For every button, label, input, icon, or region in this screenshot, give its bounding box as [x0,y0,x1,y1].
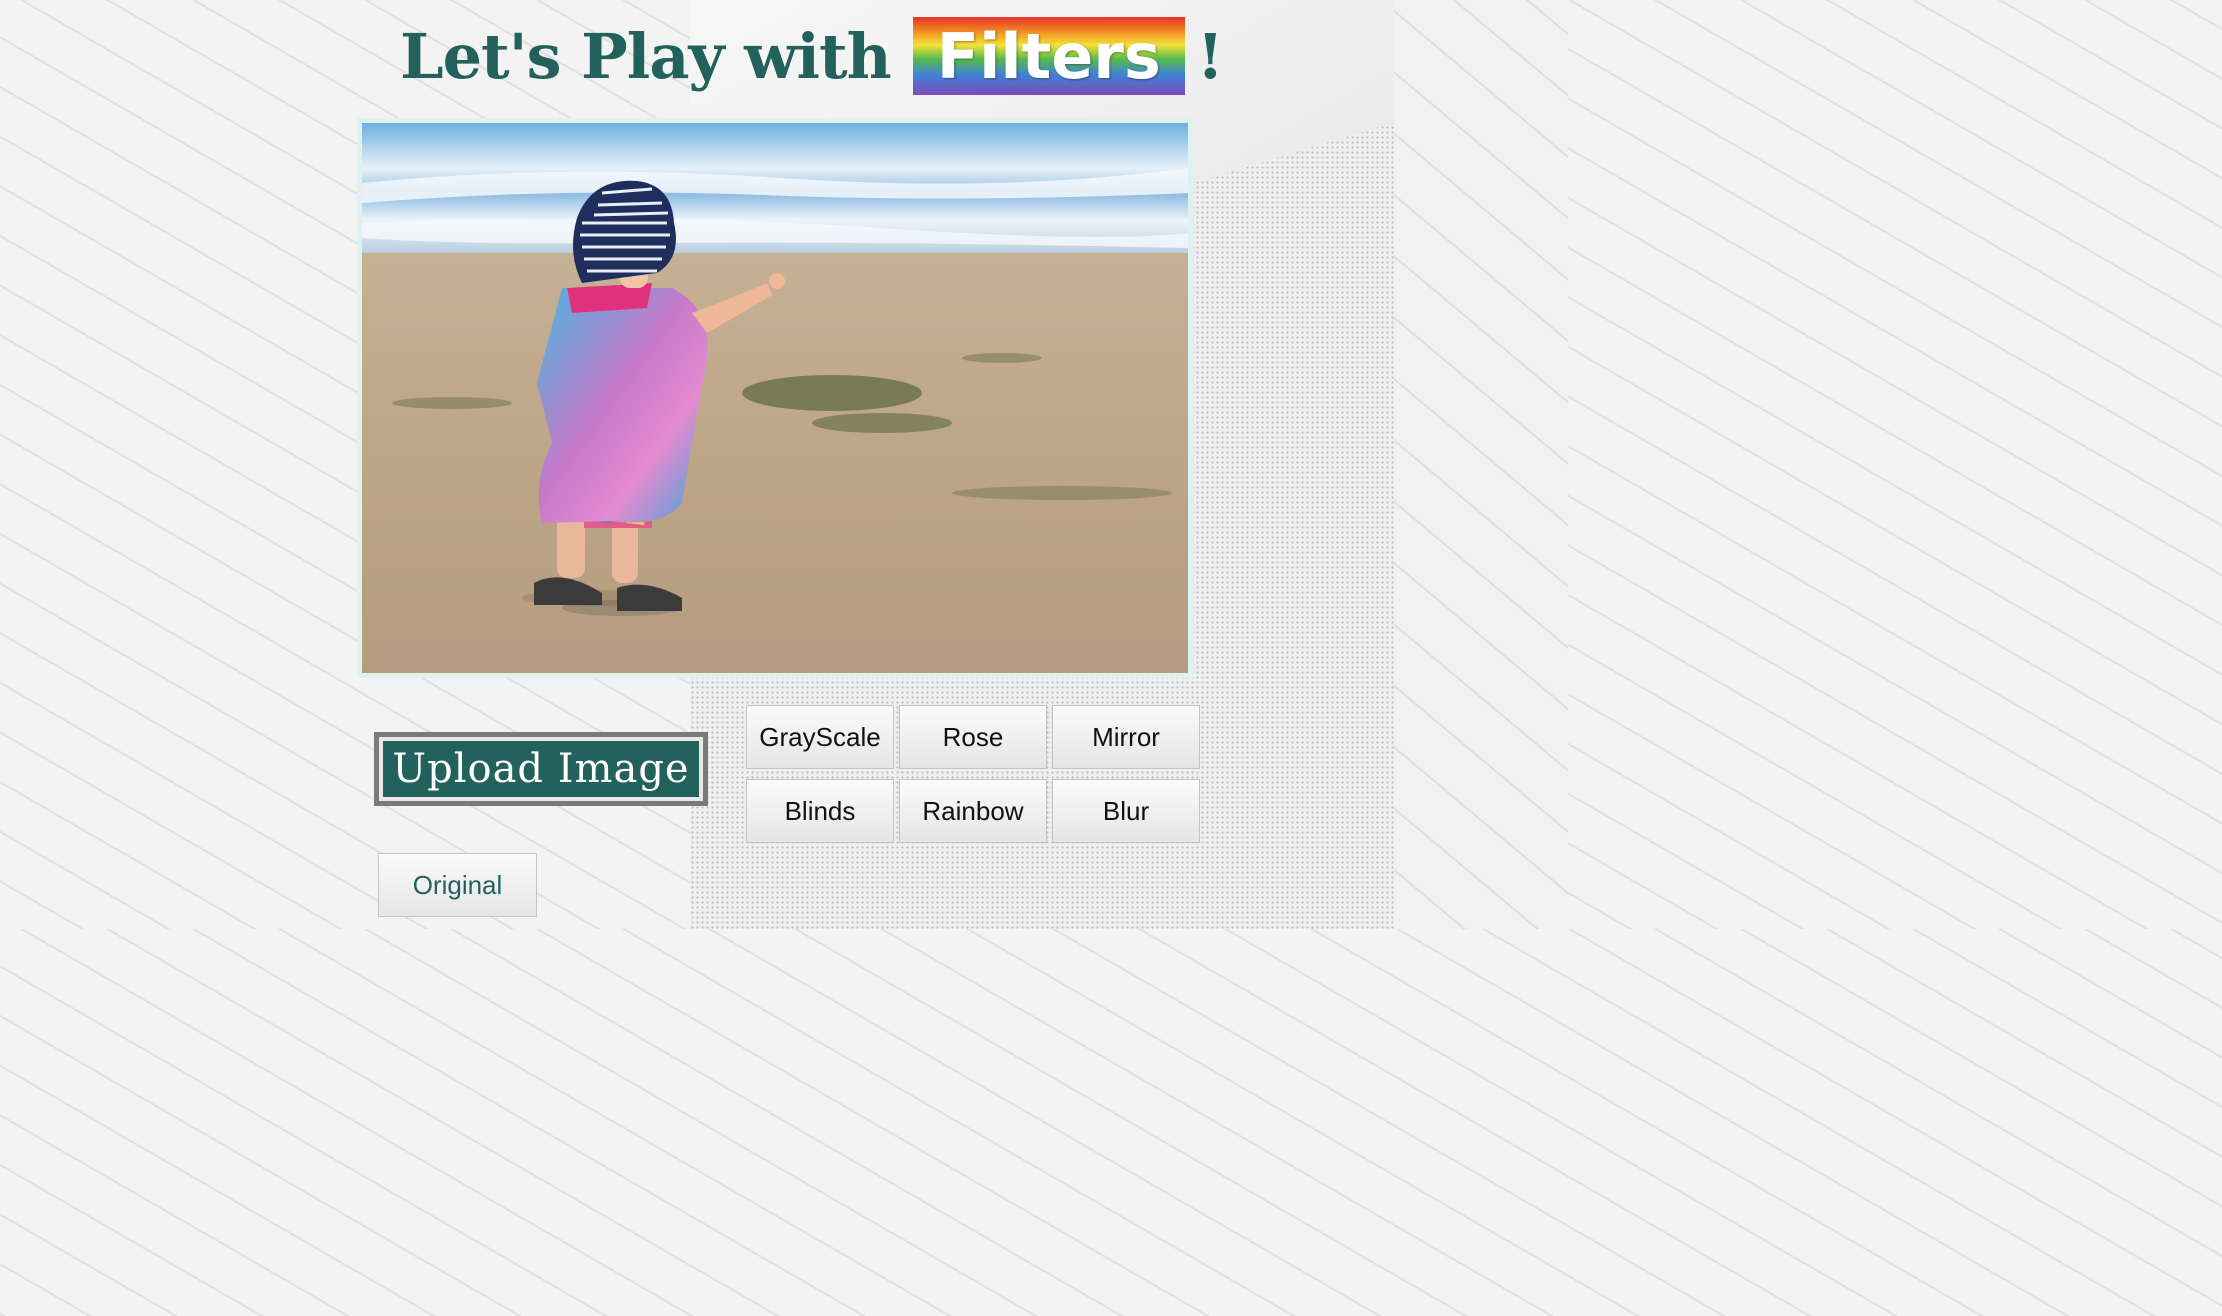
blur-button[interactable]: Blur [1052,779,1200,843]
image-canvas [362,123,1188,673]
title-suffix: ! [1196,19,1224,93]
beach-photo [362,123,1188,673]
rainbow-button[interactable]: Rainbow [899,779,1047,843]
rose-button[interactable]: Rose [899,705,1047,769]
filter-button-grid: GrayScale Rose Mirror Blinds Rainbow Blu… [746,705,1200,843]
title-highlight: Filters [936,19,1161,93]
page-title: Let's Play with Filters ! [400,8,1224,104]
upload-image-button[interactable]: Upload Image [374,732,708,806]
upload-image-label: Upload Image [383,741,699,797]
striped-background-right [1394,0,1568,929]
image-canvas-frame [357,118,1193,678]
grayscale-button[interactable]: GrayScale [746,705,894,769]
title-rainbow-badge: Filters [912,17,1185,95]
mirror-button[interactable]: Mirror [1052,705,1200,769]
original-button[interactable]: Original [378,853,537,917]
title-prefix: Let's Play with [400,19,892,93]
blinds-button[interactable]: Blinds [746,779,894,843]
